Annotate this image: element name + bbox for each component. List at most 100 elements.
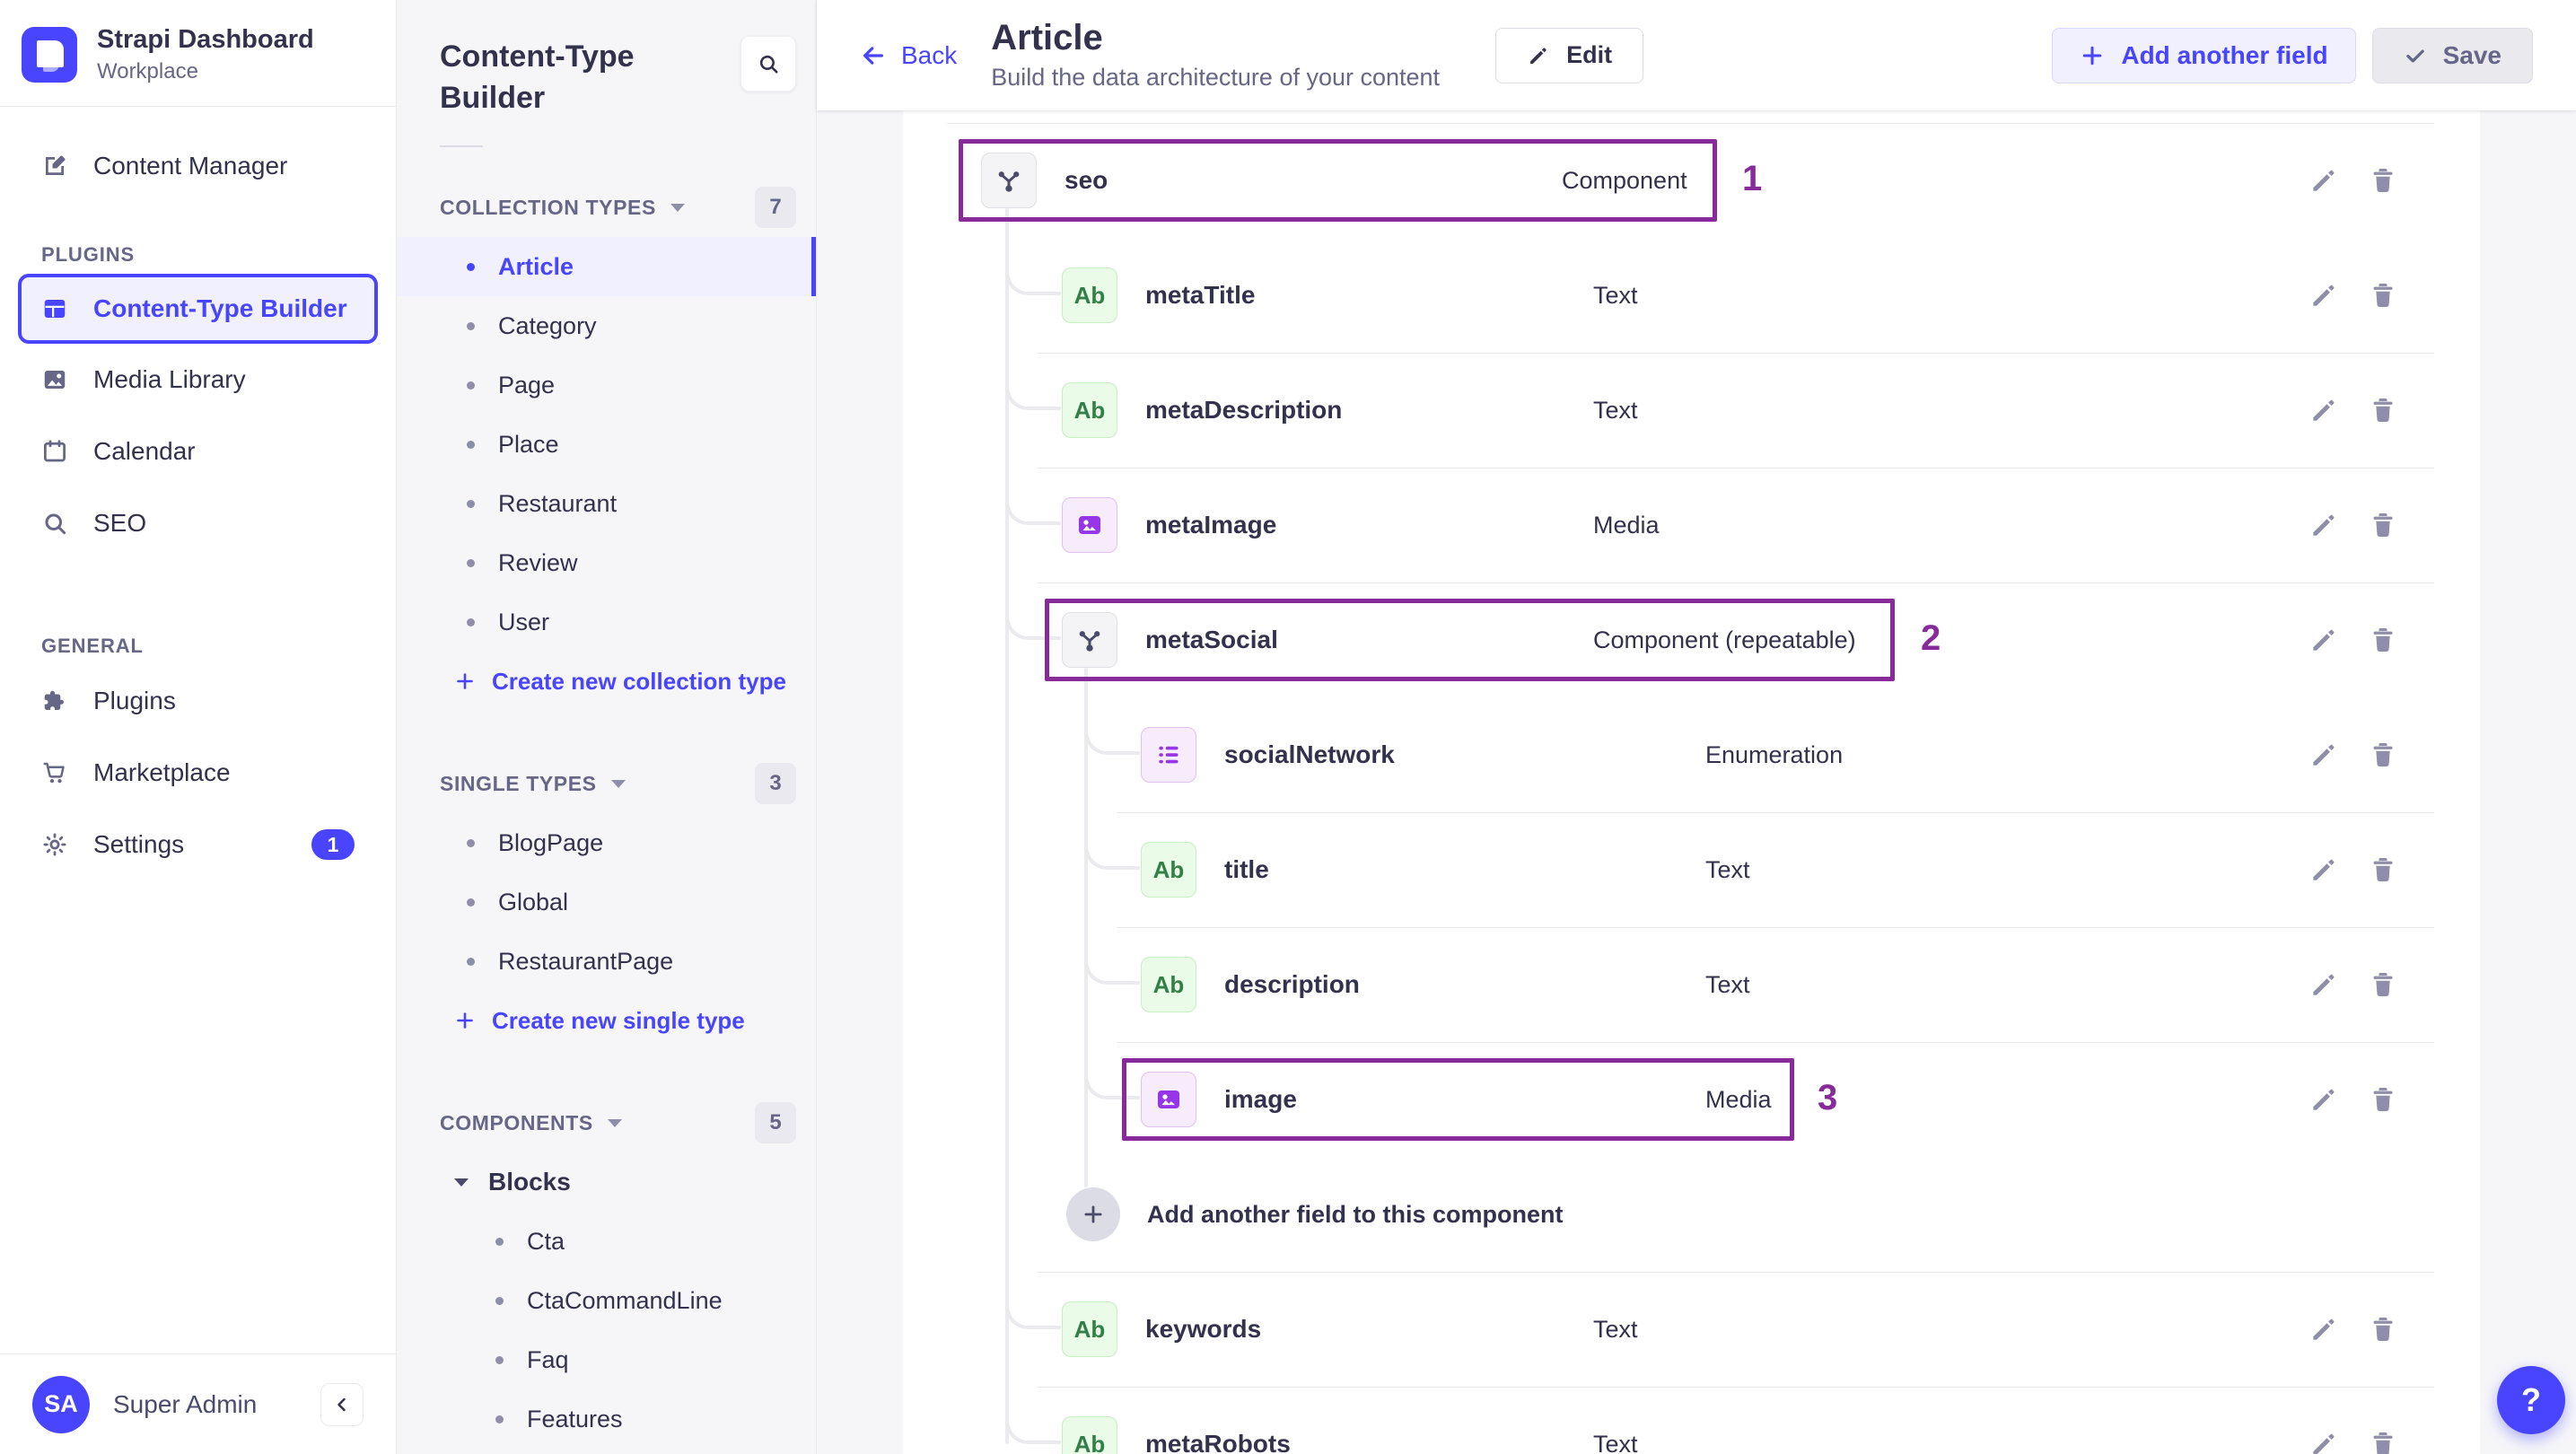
collection-type-place[interactable]: Place xyxy=(397,415,816,474)
edit-field-button[interactable] xyxy=(2309,164,2341,197)
trash-icon xyxy=(2368,1429,2398,1454)
avatar[interactable]: SA xyxy=(32,1375,90,1433)
pencil-icon xyxy=(2309,969,2339,1000)
delete-field-button[interactable] xyxy=(2368,164,2400,197)
main-sidebar: Strapi Dashboard Workplace Content Manag… xyxy=(0,0,397,1454)
pencil-icon xyxy=(2309,854,2339,885)
delete-field-button[interactable] xyxy=(2368,1083,2400,1116)
single-type-restaurantpage[interactable]: RestaurantPage xyxy=(397,932,816,991)
edit-field-button[interactable] xyxy=(2309,968,2341,1001)
field-row-image: image Media 3 xyxy=(903,1042,2480,1157)
single-type-global[interactable]: Global xyxy=(397,872,816,932)
add-field-to-component-button[interactable] xyxy=(1066,1187,1120,1241)
edit-field-button[interactable] xyxy=(2309,394,2341,426)
edit-field-button[interactable] xyxy=(2309,509,2341,541)
sidebar-item-content-manager[interactable]: Content Manager xyxy=(18,130,378,202)
page-header: Back Article Build the data architecture… xyxy=(817,0,2576,110)
bullet-icon xyxy=(467,618,475,626)
sidebar-item-plugins[interactable]: Plugins xyxy=(18,665,378,737)
edit-field-button[interactable] xyxy=(2309,739,2341,771)
delete-field-button[interactable] xyxy=(2368,854,2400,886)
edit-field-button[interactable] xyxy=(2309,854,2341,886)
add-another-field-button[interactable]: Add another field xyxy=(2052,27,2356,83)
field-type: Text xyxy=(1593,397,1638,424)
component-ctacommandline[interactable]: CtaCommandLine xyxy=(397,1271,816,1330)
delete-field-button[interactable] xyxy=(2368,394,2400,426)
field-type: Text xyxy=(1593,1316,1638,1343)
delete-field-button[interactable] xyxy=(2368,739,2400,771)
general-section-label: GENERAL xyxy=(41,635,144,657)
component-cta[interactable]: Cta xyxy=(397,1212,816,1271)
sidebar-item-settings[interactable]: Settings 1 xyxy=(18,809,378,880)
field-type: Component xyxy=(1562,167,1687,194)
text-field-icon: Ab xyxy=(1141,842,1196,898)
chevron-down-icon xyxy=(610,779,626,788)
puzzle-icon xyxy=(41,688,68,714)
sidebar-item-content-type-builder[interactable]: Content-Type Builder xyxy=(18,274,378,344)
section-label: COMPONENTS xyxy=(440,1110,593,1134)
trash-icon xyxy=(2368,740,2398,770)
delete-field-button[interactable] xyxy=(2368,968,2400,1001)
field-type: Text xyxy=(1705,856,1750,883)
create-collection-type-link[interactable]: Create new collection type xyxy=(397,652,816,711)
component-faq[interactable]: Faq xyxy=(397,1330,816,1389)
delete-field-button[interactable] xyxy=(2368,1313,2400,1345)
back-link[interactable]: Back xyxy=(860,41,957,70)
field-type: Text xyxy=(1593,282,1638,309)
collection-type-review[interactable]: Review xyxy=(397,533,816,592)
sidebar-item-media-library[interactable]: Media Library xyxy=(18,344,378,416)
field-row-metaimage: metaImage Media xyxy=(903,468,2480,582)
edit-button[interactable]: Edit xyxy=(1495,27,1644,83)
strapi-logo-icon xyxy=(22,27,77,83)
delete-field-button[interactable] xyxy=(2368,509,2400,541)
field-row-metasocial: metaSocial Component (repeatable) 2 xyxy=(903,582,2480,697)
field-row-keywords: Ab keywords Text xyxy=(903,1272,2480,1387)
delete-field-button[interactable] xyxy=(2368,1428,2400,1454)
edit-field-button[interactable] xyxy=(2309,1428,2341,1454)
chevron-down-icon xyxy=(454,1178,469,1187)
trash-icon xyxy=(2368,510,2398,540)
collection-types-header[interactable]: COLLECTION TYPES 7 xyxy=(397,187,816,228)
edit-field-button[interactable] xyxy=(2309,279,2341,311)
delete-field-button[interactable] xyxy=(2368,279,2400,311)
field-name: keywords xyxy=(1145,1315,1262,1343)
sidebar-item-label: Content Manager xyxy=(93,152,288,180)
components-header[interactable]: COMPONENTS 5 xyxy=(397,1102,816,1143)
plugins-section-label: PLUGINS xyxy=(41,243,136,266)
edit-field-button[interactable] xyxy=(2309,624,2341,656)
type-label: Cta xyxy=(527,1227,565,1255)
component-group-blocks[interactable]: Blocks xyxy=(397,1152,816,1212)
annotation-number-1: 1 xyxy=(1742,159,1763,198)
media-field-icon xyxy=(1141,1072,1196,1127)
create-single-type-link[interactable]: Create new single type xyxy=(397,991,816,1050)
type-label: CtaCommandLine xyxy=(527,1286,723,1314)
bullet-icon xyxy=(467,558,475,567)
collection-type-category[interactable]: Category xyxy=(397,296,816,355)
collection-type-restaurant[interactable]: Restaurant xyxy=(397,474,816,533)
plus-icon xyxy=(1082,1203,1105,1226)
section-label: COLLECTION TYPES xyxy=(440,195,656,219)
pencil-icon xyxy=(2309,1314,2339,1345)
save-button[interactable]: Save xyxy=(2371,27,2533,83)
collapse-sidebar-button[interactable] xyxy=(320,1382,364,1426)
component-features[interactable]: Features xyxy=(397,1389,816,1449)
trash-icon xyxy=(2368,395,2398,425)
sidebar-item-marketplace[interactable]: Marketplace xyxy=(18,737,378,809)
type-label: Review xyxy=(498,548,578,576)
component-field-icon xyxy=(1062,612,1117,668)
edit-field-button[interactable] xyxy=(2309,1313,2341,1345)
edit-field-button[interactable] xyxy=(2309,1083,2341,1116)
single-types-header[interactable]: SINGLE TYPES 3 xyxy=(397,763,816,804)
field-name: image xyxy=(1224,1085,1297,1113)
search-button[interactable] xyxy=(740,36,796,92)
delete-field-button[interactable] xyxy=(2368,624,2400,656)
sidebar-item-seo[interactable]: SEO xyxy=(18,487,378,559)
sidebar-item-calendar[interactable]: Calendar xyxy=(18,416,378,487)
collection-type-page[interactable]: Page xyxy=(397,355,816,415)
help-button[interactable]: ? xyxy=(2497,1366,2565,1434)
collection-type-article[interactable]: Article xyxy=(397,237,816,296)
enumeration-field-icon xyxy=(1141,727,1196,783)
collection-type-user[interactable]: User xyxy=(397,592,816,652)
single-type-blogpage[interactable]: BlogPage xyxy=(397,813,816,872)
search-icon xyxy=(757,52,780,75)
